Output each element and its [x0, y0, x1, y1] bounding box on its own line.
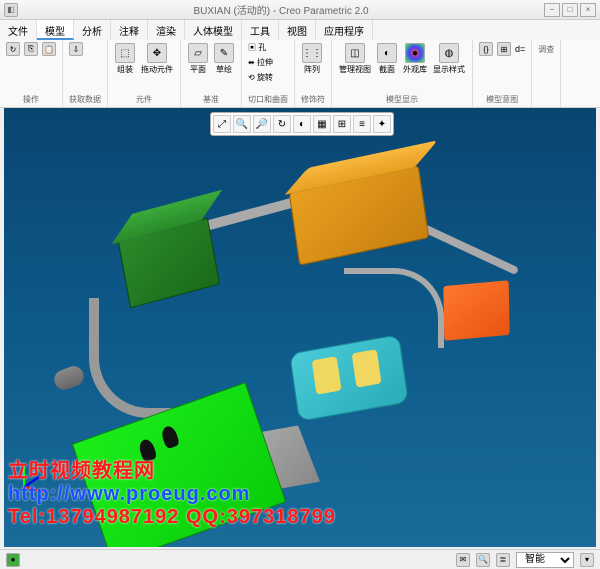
tab-file[interactable]: 文件: [0, 20, 37, 40]
ribbon-tabs: 文件 模型 分析 注释 渲染 人体模型 工具 视图 应用程序: [0, 20, 600, 40]
appearance-button[interactable]: ● 外观库: [402, 42, 428, 76]
status-bar: ● ✉ 🔍 ≣ 智能 ▾: [0, 549, 600, 569]
annotation-display-icon[interactable]: ≡: [353, 115, 371, 133]
tab-manikin[interactable]: 人体模型: [185, 20, 242, 40]
view-toolbar: ⤢ 🔍 🔎 ↻ ◐ ▦ ⊞ ≡ ✦: [210, 112, 394, 136]
tab-apps[interactable]: 应用程序: [316, 20, 373, 40]
ribbon-group-getdata: ⇩ 获取数据: [63, 40, 108, 107]
group-label: 操作: [6, 94, 56, 105]
rotate-button[interactable]: ⟲ 旋转: [248, 72, 273, 83]
model-orange-connector: [443, 280, 509, 340]
window-controls: − □ ×: [544, 3, 596, 17]
group-label: 元件: [114, 94, 174, 105]
ribbon-group-modifiers: ⋮⋮ 阵列 修饰符: [295, 40, 332, 107]
watermark-url: http://www.proeug.com: [8, 483, 336, 506]
find-icon[interactable]: 🔍: [476, 553, 490, 567]
pattern-button[interactable]: ⋮⋮ 阵列: [301, 42, 323, 76]
ribbon-group-components: ⬚ 组装 ✥ 拖动元件 元件: [108, 40, 181, 107]
import-icon[interactable]: ⇩: [69, 42, 83, 56]
geometry-filter-icon[interactable]: ▾: [580, 553, 594, 567]
tab-tools[interactable]: 工具: [242, 20, 279, 40]
repaint-icon[interactable]: ↻: [273, 115, 291, 133]
message-icon[interactable]: ✉: [456, 553, 470, 567]
cable: [204, 195, 303, 231]
model-plug: [51, 363, 86, 392]
model-cyan-outlet: [289, 334, 409, 422]
tab-analysis[interactable]: 分析: [74, 20, 111, 40]
maximize-button[interactable]: □: [562, 3, 578, 17]
publish-icon[interactable]: {}: [479, 42, 493, 56]
window-title: BUXIAN (活动的) - Creo Parametric 2.0: [18, 2, 544, 17]
plane-button[interactable]: ▱ 平面: [187, 42, 209, 76]
group-label: 修饰符: [301, 94, 325, 105]
layers-icon[interactable]: ≣: [496, 553, 510, 567]
assemble-icon: ⬚: [115, 43, 135, 63]
selection-filter-select[interactable]: 智能: [516, 552, 574, 568]
tab-render[interactable]: 渲染: [148, 20, 185, 40]
group-label: 调查: [538, 44, 554, 55]
display-style-icon: ◍: [439, 43, 459, 63]
stretch-button[interactable]: ⬌ 拉伸: [248, 57, 273, 68]
watermark: 立时视频教程网 http://www.proeug.com Tel:137949…: [8, 454, 336, 529]
ribbon-group-cutsurf: ▣ 孔 ⬌ 拉伸 ⟲ 旋转 切口和曲面: [242, 40, 295, 107]
tab-model[interactable]: 模型: [37, 20, 74, 40]
appearance-icon: ●: [405, 43, 425, 63]
zoom-out-icon[interactable]: 🔎: [253, 115, 271, 133]
section-button[interactable]: ◐ 截面: [376, 42, 398, 76]
copy-icon[interactable]: ⎘: [24, 42, 38, 56]
model-green-box: [118, 218, 220, 309]
sketch-button[interactable]: ✎ 草绘: [213, 42, 235, 76]
ribbon-group-ops: ↻ ⎘ 📋 操作: [0, 40, 63, 107]
regenerate-icon[interactable]: ↻: [6, 42, 20, 56]
datum-display-icon[interactable]: ⊞: [333, 115, 351, 133]
group-label: 基准: [187, 94, 235, 105]
group-label: 模型意图: [479, 94, 525, 105]
refit-icon[interactable]: ⤢: [213, 115, 231, 133]
app-icon: ◧: [4, 3, 18, 17]
sketch-icon: ✎: [214, 43, 234, 63]
saved-views-icon[interactable]: ▦: [313, 115, 331, 133]
assemble-button[interactable]: ⬚ 组装: [114, 42, 136, 76]
ribbon-group-investigate: 调查: [532, 40, 561, 107]
views-icon: ◫: [345, 43, 365, 63]
ribbon-group-model-intent: {} ⊞ d= 模型意图: [473, 40, 532, 107]
ribbon-group-model-display: ◫ 管理视图 ◐ 截面 ● 外观库 ◍ 显示样式 模型显示: [332, 40, 473, 107]
paste-icon[interactable]: 📋: [42, 42, 56, 56]
spin-center-icon[interactable]: ✦: [373, 115, 391, 133]
shading-icon[interactable]: ◐: [293, 115, 311, 133]
tab-view[interactable]: 视图: [279, 20, 316, 40]
group-label: 切口和曲面: [248, 94, 288, 105]
drag-icon: ✥: [147, 43, 167, 63]
plane-icon: ▱: [188, 43, 208, 63]
group-label: 模型显示: [338, 94, 466, 105]
relations-icon[interactable]: d=: [515, 44, 525, 54]
close-button[interactable]: ×: [580, 3, 596, 17]
display-style-button[interactable]: ◍ 显示样式: [432, 42, 466, 76]
family-icon[interactable]: ⊞: [497, 42, 511, 56]
watermark-contact: Tel:13794987192 QQ:397318799: [8, 506, 336, 529]
watermark-line1: 立时视频教程网: [8, 454, 336, 483]
title-bar: ◧ BUXIAN (活动的) - Creo Parametric 2.0 − □…: [0, 0, 600, 20]
pattern-icon: ⋮⋮: [302, 43, 322, 63]
selection-filter-icon[interactable]: ●: [6, 553, 20, 567]
ribbon-group-datum: ▱ 平面 ✎ 草绘 基准: [181, 40, 242, 107]
group-label: 获取数据: [69, 94, 101, 105]
manage-views-button[interactable]: ◫ 管理视图: [338, 42, 372, 76]
section-icon: ◐: [377, 43, 397, 63]
drag-button[interactable]: ✥ 拖动元件: [140, 42, 174, 76]
tab-annotate[interactable]: 注释: [111, 20, 148, 40]
model-orange-box: [289, 165, 430, 265]
ribbon: ↻ ⎘ 📋 操作 ⇩ 获取数据 ⬚ 组装 ✥ 拖动元件 元件 ▱ 平面: [0, 40, 600, 108]
minimize-button[interactable]: −: [544, 3, 560, 17]
hole-button[interactable]: ▣ 孔: [248, 42, 266, 53]
zoom-in-icon[interactable]: 🔍: [233, 115, 251, 133]
